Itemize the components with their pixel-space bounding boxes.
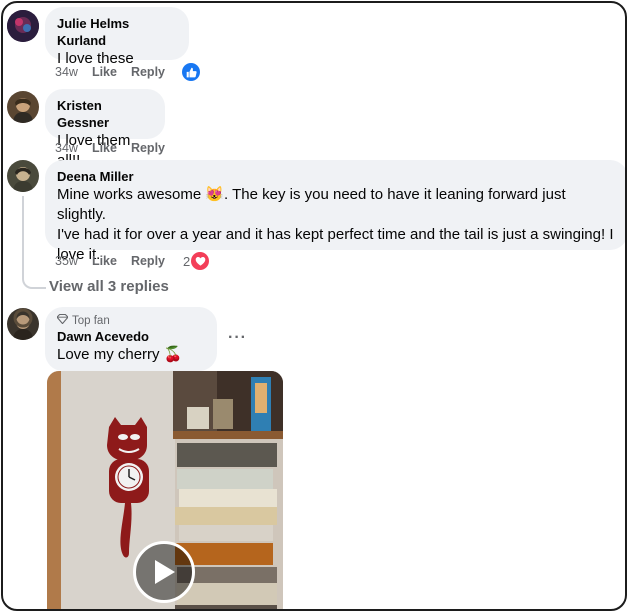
comment-author[interactable]: Julie Helms Kurland: [57, 15, 177, 49]
comment-author[interactable]: Kristen Gessner: [57, 97, 153, 131]
heart-icon: [191, 252, 210, 270]
comment-timestamp[interactable]: 35w: [55, 254, 78, 268]
view-replies-link[interactable]: View all 3 replies: [49, 278, 169, 295]
reply-button[interactable]: Reply: [131, 141, 165, 155]
avatar[interactable]: [7, 160, 39, 192]
avatar[interactable]: [7, 10, 39, 42]
comment-actions: 34w Like Reply: [55, 65, 179, 79]
comment-author[interactable]: Dawn Acevedo: [57, 328, 205, 345]
video-attachment[interactable]: [47, 371, 283, 609]
diamond-icon: [56, 313, 69, 328]
like-button[interactable]: Like: [92, 254, 117, 268]
reaction-count: 2: [183, 253, 191, 269]
comment-timestamp[interactable]: 34w: [55, 141, 78, 155]
comments-panel: Julie Helms Kurland I love these 34w Lik…: [1, 1, 627, 611]
comment-text-line: I've had it for over a year and it has k…: [57, 226, 614, 243]
reply-button[interactable]: Reply: [131, 254, 165, 268]
comment-timestamp[interactable]: 34w: [55, 65, 78, 79]
comment-actions: 34w Like Reply: [55, 141, 179, 155]
comment-bubble: Top fan Dawn Acevedo Love my cherry 🍒 on…: [45, 307, 217, 383]
avatar[interactable]: [7, 91, 39, 123]
reaction-summary[interactable]: 2: [183, 252, 210, 270]
thumbs-up-icon[interactable]: [182, 63, 200, 81]
top-fan-label: Top fan: [72, 315, 110, 327]
like-button[interactable]: Like: [92, 65, 117, 79]
top-fan-badge: Top fan: [56, 313, 205, 328]
thread-connector: [22, 196, 24, 276]
comment-author[interactable]: Deena Miller: [57, 168, 616, 185]
avatar[interactable]: [7, 308, 39, 340]
comment-actions: 35w Like Reply: [55, 254, 179, 268]
comment-text-line: Mine works awesome 😻. The key is you nee…: [57, 186, 566, 223]
more-options-button[interactable]: ···: [228, 329, 247, 347]
like-button[interactable]: Like: [92, 141, 117, 155]
play-icon[interactable]: [133, 541, 195, 603]
comment-bubble: Deena Miller Mine works awesome 😻. The k…: [45, 160, 625, 263]
reply-button[interactable]: Reply: [131, 65, 165, 79]
thread-connector: [22, 269, 46, 289]
comment-bubble: Julie Helms Kurland I love these: [45, 7, 189, 67]
comment-bubble: Kristen Gessner I love them all!!: [45, 89, 165, 169]
